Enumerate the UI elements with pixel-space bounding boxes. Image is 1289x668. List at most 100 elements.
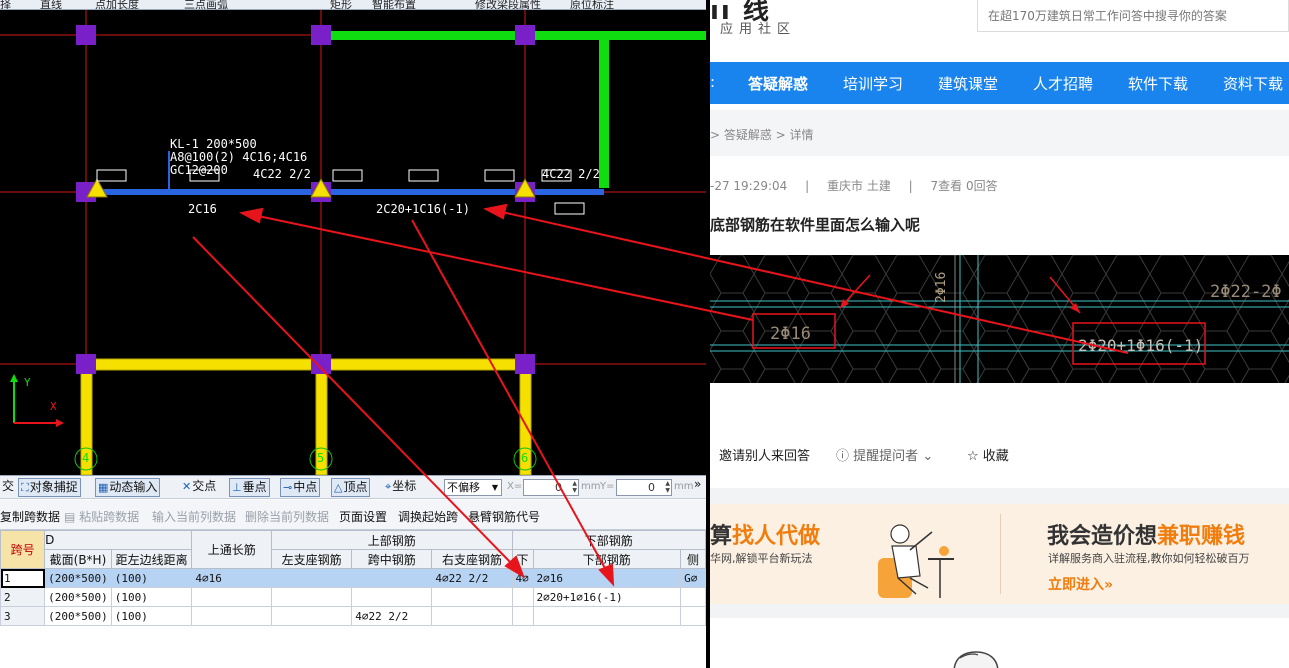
y-coordinate-input[interactable]: 0 ▲ ▼ — [616, 479, 672, 496]
dynamic-input-label: 动态输入 — [109, 480, 158, 494]
cell-left[interactable] — [271, 587, 353, 607]
toolbar-arc-button[interactable]: 三点画弧 — [184, 0, 228, 9]
paste-span-button[interactable]: ▤ 粘贴跨数据 — [64, 508, 139, 525]
question-image[interactable]: 2Φ16 2Φ16 2Φ20+1Φ16(-1) 2Φ22-2Φ — [710, 255, 1289, 383]
nav-item-classroom[interactable]: 建筑课堂 — [938, 73, 998, 94]
column[interactable] — [76, 25, 96, 45]
main-nav: : 答疑解惑 培训学习 建筑课堂 人才招聘 软件下载 资料下载 — [710, 62, 1289, 104]
banner-enter-link[interactable]: 立即进入» — [1048, 574, 1113, 594]
intersection-snap[interactable]: ✕交点 — [180, 478, 218, 497]
cell-span-no[interactable]: 1 — [0, 568, 46, 588]
toolbar-edit-beam-button[interactable]: 修改梁段属性 — [475, 0, 541, 9]
header-span-number[interactable]: 跨号 — [0, 530, 46, 569]
nav-item-training[interactable]: 培训学习 — [843, 73, 903, 94]
cell-through[interactable] — [191, 606, 273, 626]
cell-bottom[interactable]: 2⌀16 — [532, 568, 682, 588]
perpendicular-snap[interactable]: ⊥垂点 — [229, 478, 270, 497]
cell-section[interactable]: (200*500) — [44, 568, 112, 588]
coordinate-snap[interactable]: ⌖坐标 — [383, 478, 418, 497]
cell-bottom[interactable]: 2⌀20+1⌀16(-1) — [532, 587, 682, 607]
header-top-through[interactable]: 上通长筋 — [191, 530, 273, 569]
cell-right[interactable] — [431, 606, 513, 626]
header-top-left[interactable]: 左支座钢筋 — [271, 549, 353, 569]
search-input[interactable]: 在超170万建筑日常工作问答中搜寻你的答案 — [977, 0, 1289, 32]
copy-span-button[interactable]: 复制跨数据 — [0, 508, 60, 525]
nav-item-software[interactable]: 软件下载 — [1128, 73, 1188, 94]
header-bottom-lower[interactable]: 下 — [511, 549, 534, 569]
yellow-beam-bottom[interactable] — [85, 358, 533, 371]
cell-mid[interactable]: 4⌀22 2/2 — [351, 606, 433, 626]
cell-side[interactable]: G⌀ — [680, 568, 706, 588]
cell-lower[interactable]: 4⌀ — [511, 568, 534, 588]
cell-edge[interactable]: (100) — [110, 587, 193, 607]
column[interactable] — [515, 25, 535, 45]
x-coordinate-input[interactable]: 0 ▲ ▼ — [523, 479, 579, 496]
vertex-snap[interactable]: △顶点 — [331, 478, 371, 497]
delete-column-button[interactable]: 删除当前列数据 — [245, 508, 329, 525]
breadcrumb[interactable]: > 答疑解惑 > 详情 — [710, 126, 814, 143]
nav-item-qa[interactable]: 答疑解惑 — [748, 73, 808, 94]
favorite-button[interactable]: ☆ 收藏 — [967, 445, 1009, 464]
object-snap-toggle[interactable]: ⛶对象捕捉 — [18, 478, 81, 497]
magnet-icon: ⛶ — [21, 481, 29, 494]
paste-span-label: 粘贴跨数据 — [79, 510, 140, 524]
cell-span-no[interactable]: 3 — [0, 606, 46, 626]
dynamic-input-toggle[interactable]: ▦动态输入 — [95, 478, 161, 497]
cell-section[interactable]: (200*500) — [44, 587, 112, 607]
cell-mid[interactable] — [351, 587, 433, 607]
table-row[interactable]: 3 (200*500) (100) 4⌀22 2/2 — [0, 606, 706, 626]
cell-through[interactable] — [191, 587, 273, 607]
input-column-button[interactable]: 输入当前列数据 — [152, 508, 236, 525]
header-section[interactable]: 截面(B*H) — [44, 549, 112, 569]
table-row[interactable]: 1 (200*500) (100) 4⌀16 4⌀22 2/2 4⌀ 2⌀16 … — [0, 568, 706, 588]
cell-side[interactable] — [680, 587, 706, 607]
header-top-mid[interactable]: 跨中钢筋 — [351, 549, 433, 569]
top-right-support-label: 4C22 2/2 — [542, 167, 600, 181]
page-setup-button[interactable]: 页面设置 — [339, 508, 387, 525]
cell-edge[interactable]: (100) — [110, 606, 193, 626]
nav-item-docs[interactable]: 资料下载 — [1223, 73, 1283, 94]
header-edge-distance[interactable]: 距左边线距离 — [110, 549, 193, 569]
midpoint-snap[interactable]: ⊸中点 — [280, 478, 321, 497]
column[interactable] — [311, 354, 331, 374]
toolbar-item[interactable]: 择 — [0, 0, 11, 9]
snap-intersect-partial[interactable]: 交 — [0, 478, 16, 497]
cell-through[interactable]: 4⌀16 — [191, 568, 273, 588]
cell-lower[interactable] — [511, 587, 534, 607]
column[interactable] — [515, 354, 535, 374]
cell-span-no[interactable]: 2 — [0, 587, 46, 607]
offset-mode-select[interactable]: 不偏移 ▼ — [444, 479, 502, 496]
cell-side[interactable] — [680, 606, 706, 626]
invite-answer-link[interactable]: 邀请别人来回答 — [719, 445, 810, 464]
swap-start-span-button[interactable]: 调换起始跨 — [398, 508, 458, 525]
cell-bottom[interactable] — [532, 606, 682, 626]
remind-asker-button[interactable]: ⓘ 提醒提问者 ⌄ — [836, 445, 933, 464]
toolbar-inplace-annotation-button[interactable]: 原位标注 — [570, 0, 614, 9]
cell-right[interactable] — [431, 587, 513, 607]
column[interactable] — [311, 25, 331, 45]
toolbar-smart-layout-button[interactable]: 智能布置 — [372, 0, 416, 9]
header-top-right[interactable]: 右支座钢筋 — [431, 549, 513, 569]
spinner-icon[interactable]: ▲ ▼ — [665, 480, 670, 494]
header-bottom-rebar[interactable]: 下部钢筋 — [532, 549, 682, 569]
cell-left[interactable] — [271, 606, 353, 626]
cell-edge[interactable]: (100) — [110, 568, 193, 588]
spinner-icon[interactable]: ▲ ▼ — [572, 480, 577, 494]
cell-left[interactable] — [271, 568, 353, 588]
more-options-button[interactable]: » — [692, 476, 703, 495]
cell-lower[interactable] — [511, 606, 534, 626]
table-row[interactable]: 2 (200*500) (100) 2⌀20+1⌀16(-1) — [0, 587, 706, 607]
toolbar-rect-button[interactable]: 矩形 — [330, 0, 352, 9]
promo-banner[interactable]: 算找人代做 华网,解锁平台新玩法 我会造价想兼职赚钱 详解服务商入驻流程,教你如… — [710, 504, 1289, 604]
cad-drawing-canvas[interactable]: KL-1 200*500 A8@100(2) 4C16;4C16 GC12@20… — [0, 10, 706, 475]
cell-right[interactable]: 4⌀22 2/2 — [431, 568, 513, 588]
cell-section[interactable]: (200*500) — [44, 606, 112, 626]
header-side[interactable]: 侧 — [680, 549, 706, 569]
nav-item-jobs[interactable]: 人才招聘 — [1033, 73, 1093, 94]
toolbar-point-length-button[interactable]: 点加长度 — [95, 0, 139, 9]
cell-mid[interactable] — [351, 568, 433, 588]
toolbar-line-button[interactable]: 直线 — [40, 0, 62, 9]
cantilever-code-button[interactable]: 悬臂钢筋代号 — [468, 508, 540, 525]
green-beam-right[interactable] — [599, 40, 609, 188]
column[interactable] — [76, 354, 96, 374]
